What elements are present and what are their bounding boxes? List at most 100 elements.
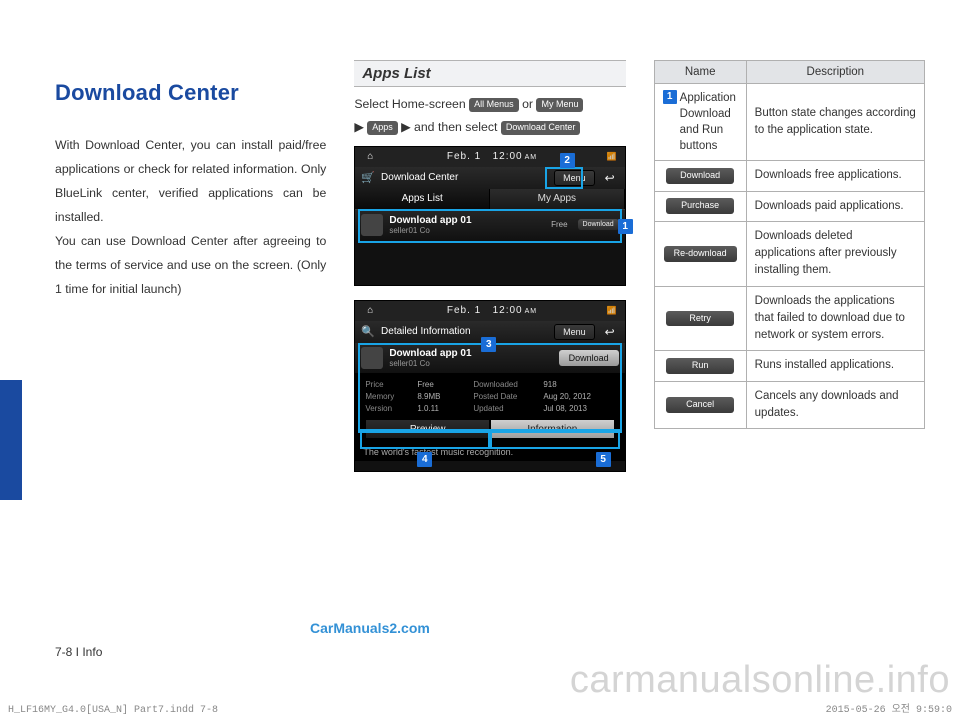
detail-label: Memory [365, 391, 409, 403]
ss1-ampm: AM [525, 154, 538, 161]
ss1-app-name: Download app 01 [389, 215, 545, 226]
ss1-menu-button: Menu [554, 170, 595, 186]
chip-all-menus: All Menus [469, 98, 519, 112]
detail-value: Free [417, 379, 465, 391]
callout-1-badge: 1 [618, 219, 633, 234]
watermark-carmanuals2: CarManuals2.com [310, 620, 430, 636]
ss2-detail-tabs: Preview Information [365, 419, 614, 439]
chip-apps: Apps [367, 121, 398, 135]
ss1-tabs: Apps List My Apps [355, 189, 624, 209]
instr-mid: ▶ and then select [398, 120, 501, 134]
callout-5-badge: 5 [596, 452, 611, 467]
detail-row: Version1.0.11UpdatedJul 08, 2013 [365, 403, 614, 415]
footer-timestamp: 2015-05-26 오전 9:59:0 [826, 700, 952, 716]
detail-label: Price [365, 379, 409, 391]
signal-icon: 📶 [607, 306, 617, 315]
ss1-time: 12:00 [493, 151, 523, 162]
section-heading-apps-list: Apps List [354, 60, 625, 87]
name-cell: Retry [654, 286, 746, 351]
magnifier-icon: 🔍 [361, 325, 375, 338]
callout-4-badge: 4 [417, 452, 432, 467]
ss1-date: Feb. 1 [447, 151, 481, 162]
detail-value: Aug 20, 2012 [543, 391, 591, 403]
ss2-ampm: AM [525, 308, 538, 315]
ss2-title: Detailed Information [381, 326, 548, 337]
table-row: RetryDownloads the applications that fai… [654, 286, 924, 351]
table-row: 1Application Download and Run buttonsBut… [654, 84, 924, 161]
app-icon [361, 214, 383, 236]
name-cell: Re-download [654, 221, 746, 286]
name-pill: Cancel [666, 397, 734, 413]
ss2-statusbar: ⌂ Feb. 1 12:00AM 📶 [355, 301, 624, 321]
ss2-app-name: Download app 01 [389, 348, 552, 359]
back-icon: ↩ [601, 171, 619, 185]
page-content: Download Center With Download Center, yo… [55, 60, 925, 486]
detail-row: Memory8.9MBPosted DateAug 20, 2012 [365, 391, 614, 403]
ss2-time: 12:00 [493, 305, 523, 316]
page-title: Download Center [55, 80, 326, 106]
screenshot-detailed-info: ⌂ Feb. 1 12:00AM 📶 🔍 Detailed Informatio… [354, 300, 625, 472]
ss2-footer-text: The world's fastest music recognition. [355, 443, 624, 461]
name-cell: Purchase [654, 191, 746, 221]
description-table: Name Description 1Application Download a… [654, 60, 925, 429]
desc-cell: Downloads paid applications. [746, 191, 924, 221]
table-row: PurchaseDownloads paid applications. [654, 191, 924, 221]
desc-cell: Button state changes according to the ap… [746, 84, 924, 161]
watermark-carmanualsonline: carmanualsonline.info [570, 659, 950, 702]
tab-my-apps: My Apps [490, 189, 625, 209]
ss1-app-row: Download app 01 seller01 Co Free Downloa… [355, 209, 624, 240]
num-badge: 1 [663, 90, 677, 104]
app-icon [361, 347, 383, 369]
ss2-date: Feb. 1 [447, 305, 481, 316]
desc-cell: Downloads free applications. [746, 161, 924, 191]
callout-2-badge: 2 [560, 153, 575, 168]
column-1: Download Center With Download Center, yo… [55, 60, 326, 486]
instr-arrow: ▶ [354, 120, 367, 134]
ss1-titlebar: 🛒 Download Center Menu ↩ [355, 167, 624, 189]
desc-cell: Downloads deleted applications after pre… [746, 221, 924, 286]
ss2-date-time: Feb. 1 12:00AM [447, 305, 537, 316]
column-3: Name Description 1Application Download a… [654, 60, 925, 486]
th-name: Name [654, 61, 746, 84]
tab-apps-list: Apps List [355, 189, 490, 209]
tab-preview: Preview [365, 419, 490, 439]
side-tab-block [0, 380, 22, 500]
name-cell: Cancel [654, 381, 746, 429]
ss1-download-button: Download [578, 219, 619, 230]
table-row: CancelCancels any downloads and updates. [654, 381, 924, 429]
callout-3-badge: 3 [481, 337, 496, 352]
ss2-download-button: Download [559, 350, 619, 366]
detail-label: Posted Date [473, 391, 535, 403]
detail-label: Version [365, 403, 409, 415]
ss1-app-seller: seller01 Co [389, 226, 545, 235]
name-cell: Download [654, 161, 746, 191]
tab-information: Information [490, 419, 615, 439]
column-2: Apps List Select Home-screen All Menus o… [354, 60, 625, 486]
detail-label: Downloaded [473, 379, 535, 391]
name-cell: Run [654, 351, 746, 381]
detail-value: Jul 08, 2013 [543, 403, 587, 415]
back-icon: ↩ [601, 325, 619, 339]
table-row: RunRuns installed applications. [654, 351, 924, 381]
page-number: 7-8 I Info [55, 645, 102, 659]
ss1-date-time: Feb. 1 12:00AM [447, 151, 537, 162]
instr-text: Select Home-screen [354, 97, 469, 111]
name-text: Application Download and Run buttons [680, 90, 735, 154]
detail-label: Updated [473, 403, 535, 415]
instruction-line: Select Home-screen All Menus or My Menu … [354, 93, 625, 140]
app-meta: Download app 01 seller01 Co [389, 348, 552, 368]
detail-row: Price Free Downloaded 918 [365, 379, 614, 391]
desc-cell: Runs installed applications. [746, 351, 924, 381]
chip-download-center: Download Center [501, 121, 581, 135]
signal-icon: 📶 [607, 152, 617, 161]
ss2-detail-body: PriceFreeDownloaded918Memory8.9MBPosted … [355, 373, 624, 443]
table-row: Download Downloads free applications. [654, 161, 924, 191]
screenshot-apps-list: ⌂ Feb. 1 12:00AM 📶 🛒 Download Center Men… [354, 146, 625, 286]
name-pill: Download [666, 168, 734, 184]
footer-file-info: H_LF16MY_G4.0[USA_N] Part7.indd 7-8 [8, 705, 218, 716]
th-description: Description [746, 61, 924, 84]
detail-value: 918 [543, 379, 556, 391]
name-cell: 1Application Download and Run buttons [654, 84, 746, 161]
ss1-statusbar: ⌂ Feb. 1 12:00AM 📶 [355, 147, 624, 167]
page-side-tab [0, 0, 22, 724]
